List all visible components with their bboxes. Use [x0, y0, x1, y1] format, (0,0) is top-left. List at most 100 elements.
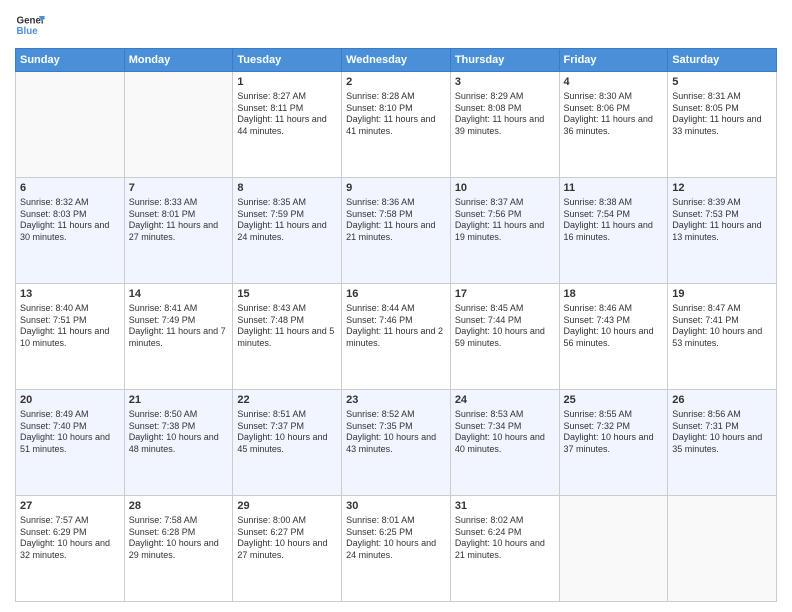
- calendar-cell: 15Sunrise: 8:43 AM Sunset: 7:48 PM Dayli…: [233, 284, 342, 390]
- day-number: 26: [672, 393, 772, 408]
- day-number: 31: [455, 499, 555, 514]
- cell-info: Sunrise: 8:00 AM Sunset: 6:27 PM Dayligh…: [237, 515, 337, 562]
- calendar-cell: 11Sunrise: 8:38 AM Sunset: 7:54 PM Dayli…: [559, 178, 668, 284]
- calendar-week-2: 6Sunrise: 8:32 AM Sunset: 8:03 PM Daylig…: [16, 178, 777, 284]
- day-number: 7: [129, 181, 229, 196]
- calendar-cell: [16, 72, 125, 178]
- cell-info: Sunrise: 8:51 AM Sunset: 7:37 PM Dayligh…: [237, 409, 337, 456]
- day-number: 5: [672, 75, 772, 90]
- cell-info: Sunrise: 8:56 AM Sunset: 7:31 PM Dayligh…: [672, 409, 772, 456]
- cell-info: Sunrise: 7:57 AM Sunset: 6:29 PM Dayligh…: [20, 515, 120, 562]
- calendar-cell: 10Sunrise: 8:37 AM Sunset: 7:56 PM Dayli…: [450, 178, 559, 284]
- day-number: 9: [346, 181, 446, 196]
- day-number: 4: [564, 75, 664, 90]
- calendar-week-3: 13Sunrise: 8:40 AM Sunset: 7:51 PM Dayli…: [16, 284, 777, 390]
- calendar-header-tuesday: Tuesday: [233, 49, 342, 72]
- day-number: 27: [20, 499, 120, 514]
- calendar-cell: 8Sunrise: 8:35 AM Sunset: 7:59 PM Daylig…: [233, 178, 342, 284]
- calendar-cell: 28Sunrise: 7:58 AM Sunset: 6:28 PM Dayli…: [124, 496, 233, 602]
- calendar-cell: 3Sunrise: 8:29 AM Sunset: 8:08 PM Daylig…: [450, 72, 559, 178]
- cell-info: Sunrise: 8:28 AM Sunset: 8:10 PM Dayligh…: [346, 91, 446, 138]
- calendar-cell: 29Sunrise: 8:00 AM Sunset: 6:27 PM Dayli…: [233, 496, 342, 602]
- cell-info: Sunrise: 8:46 AM Sunset: 7:43 PM Dayligh…: [564, 303, 664, 350]
- calendar-cell: 26Sunrise: 8:56 AM Sunset: 7:31 PM Dayli…: [668, 390, 777, 496]
- calendar-cell: [124, 72, 233, 178]
- cell-info: Sunrise: 8:30 AM Sunset: 8:06 PM Dayligh…: [564, 91, 664, 138]
- calendar-cell: 20Sunrise: 8:49 AM Sunset: 7:40 PM Dayli…: [16, 390, 125, 496]
- day-number: 23: [346, 393, 446, 408]
- cell-info: Sunrise: 8:44 AM Sunset: 7:46 PM Dayligh…: [346, 303, 446, 350]
- day-number: 13: [20, 287, 120, 302]
- cell-info: Sunrise: 8:55 AM Sunset: 7:32 PM Dayligh…: [564, 409, 664, 456]
- calendar-week-5: 27Sunrise: 7:57 AM Sunset: 6:29 PM Dayli…: [16, 496, 777, 602]
- cell-info: Sunrise: 8:43 AM Sunset: 7:48 PM Dayligh…: [237, 303, 337, 350]
- day-number: 1: [237, 75, 337, 90]
- calendar-cell: 2Sunrise: 8:28 AM Sunset: 8:10 PM Daylig…: [342, 72, 451, 178]
- calendar-cell: 18Sunrise: 8:46 AM Sunset: 7:43 PM Dayli…: [559, 284, 668, 390]
- calendar-cell: 1Sunrise: 8:27 AM Sunset: 8:11 PM Daylig…: [233, 72, 342, 178]
- cell-info: Sunrise: 8:29 AM Sunset: 8:08 PM Dayligh…: [455, 91, 555, 138]
- calendar-cell: 5Sunrise: 8:31 AM Sunset: 8:05 PM Daylig…: [668, 72, 777, 178]
- calendar-header-friday: Friday: [559, 49, 668, 72]
- day-number: 24: [455, 393, 555, 408]
- cell-info: Sunrise: 7:58 AM Sunset: 6:28 PM Dayligh…: [129, 515, 229, 562]
- calendar-header-sunday: Sunday: [16, 49, 125, 72]
- day-number: 29: [237, 499, 337, 514]
- cell-info: Sunrise: 8:49 AM Sunset: 7:40 PM Dayligh…: [20, 409, 120, 456]
- logo-icon: General Blue: [15, 10, 45, 40]
- calendar-cell: 7Sunrise: 8:33 AM Sunset: 8:01 PM Daylig…: [124, 178, 233, 284]
- cell-info: Sunrise: 8:47 AM Sunset: 7:41 PM Dayligh…: [672, 303, 772, 350]
- calendar-header-monday: Monday: [124, 49, 233, 72]
- cell-info: Sunrise: 8:33 AM Sunset: 8:01 PM Dayligh…: [129, 197, 229, 244]
- day-number: 22: [237, 393, 337, 408]
- cell-info: Sunrise: 8:38 AM Sunset: 7:54 PM Dayligh…: [564, 197, 664, 244]
- calendar-cell: [668, 496, 777, 602]
- cell-info: Sunrise: 8:39 AM Sunset: 7:53 PM Dayligh…: [672, 197, 772, 244]
- cell-info: Sunrise: 8:40 AM Sunset: 7:51 PM Dayligh…: [20, 303, 120, 350]
- calendar-cell: 27Sunrise: 7:57 AM Sunset: 6:29 PM Dayli…: [16, 496, 125, 602]
- day-number: 30: [346, 499, 446, 514]
- cell-info: Sunrise: 8:41 AM Sunset: 7:49 PM Dayligh…: [129, 303, 229, 350]
- calendar-header-saturday: Saturday: [668, 49, 777, 72]
- cell-info: Sunrise: 8:35 AM Sunset: 7:59 PM Dayligh…: [237, 197, 337, 244]
- day-number: 8: [237, 181, 337, 196]
- day-number: 12: [672, 181, 772, 196]
- day-number: 11: [564, 181, 664, 196]
- calendar-cell: 12Sunrise: 8:39 AM Sunset: 7:53 PM Dayli…: [668, 178, 777, 284]
- calendar-cell: 13Sunrise: 8:40 AM Sunset: 7:51 PM Dayli…: [16, 284, 125, 390]
- calendar-header-thursday: Thursday: [450, 49, 559, 72]
- calendar-cell: 21Sunrise: 8:50 AM Sunset: 7:38 PM Dayli…: [124, 390, 233, 496]
- cell-info: Sunrise: 8:36 AM Sunset: 7:58 PM Dayligh…: [346, 197, 446, 244]
- cell-info: Sunrise: 8:32 AM Sunset: 8:03 PM Dayligh…: [20, 197, 120, 244]
- calendar-table: SundayMondayTuesdayWednesdayThursdayFrid…: [15, 48, 777, 602]
- day-number: 16: [346, 287, 446, 302]
- day-number: 19: [672, 287, 772, 302]
- cell-info: Sunrise: 8:53 AM Sunset: 7:34 PM Dayligh…: [455, 409, 555, 456]
- cell-info: Sunrise: 8:02 AM Sunset: 6:24 PM Dayligh…: [455, 515, 555, 562]
- calendar-header-wednesday: Wednesday: [342, 49, 451, 72]
- day-number: 6: [20, 181, 120, 196]
- day-number: 25: [564, 393, 664, 408]
- cell-info: Sunrise: 8:37 AM Sunset: 7:56 PM Dayligh…: [455, 197, 555, 244]
- day-number: 18: [564, 287, 664, 302]
- cell-info: Sunrise: 8:27 AM Sunset: 8:11 PM Dayligh…: [237, 91, 337, 138]
- calendar-cell: 9Sunrise: 8:36 AM Sunset: 7:58 PM Daylig…: [342, 178, 451, 284]
- cell-info: Sunrise: 8:31 AM Sunset: 8:05 PM Dayligh…: [672, 91, 772, 138]
- day-number: 15: [237, 287, 337, 302]
- day-number: 17: [455, 287, 555, 302]
- calendar-cell: 23Sunrise: 8:52 AM Sunset: 7:35 PM Dayli…: [342, 390, 451, 496]
- calendar-cell: 25Sunrise: 8:55 AM Sunset: 7:32 PM Dayli…: [559, 390, 668, 496]
- calendar-header-row: SundayMondayTuesdayWednesdayThursdayFrid…: [16, 49, 777, 72]
- calendar-cell: 4Sunrise: 8:30 AM Sunset: 8:06 PM Daylig…: [559, 72, 668, 178]
- calendar-week-4: 20Sunrise: 8:49 AM Sunset: 7:40 PM Dayli…: [16, 390, 777, 496]
- day-number: 28: [129, 499, 229, 514]
- calendar-cell: 22Sunrise: 8:51 AM Sunset: 7:37 PM Dayli…: [233, 390, 342, 496]
- calendar-cell: 31Sunrise: 8:02 AM Sunset: 6:24 PM Dayli…: [450, 496, 559, 602]
- day-number: 20: [20, 393, 120, 408]
- day-number: 3: [455, 75, 555, 90]
- cell-info: Sunrise: 8:01 AM Sunset: 6:25 PM Dayligh…: [346, 515, 446, 562]
- calendar-cell: 17Sunrise: 8:45 AM Sunset: 7:44 PM Dayli…: [450, 284, 559, 390]
- calendar-cell: 30Sunrise: 8:01 AM Sunset: 6:25 PM Dayli…: [342, 496, 451, 602]
- day-number: 10: [455, 181, 555, 196]
- cell-info: Sunrise: 8:52 AM Sunset: 7:35 PM Dayligh…: [346, 409, 446, 456]
